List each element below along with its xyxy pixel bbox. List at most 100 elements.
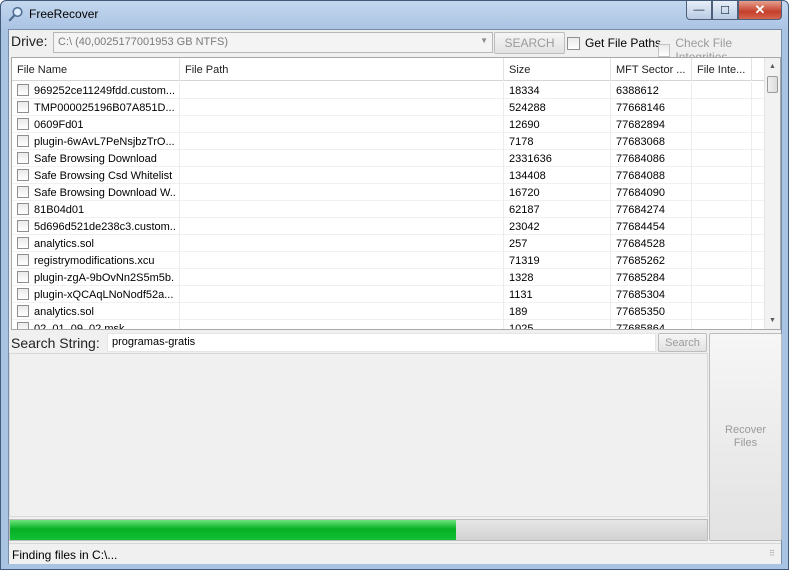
cell-size: 7178 bbox=[504, 133, 611, 150]
client-area: Drive: C:\ (40,0025177001953 GB NTFS) ▼ … bbox=[8, 29, 782, 564]
get-file-paths-option[interactable]: Get File Paths bbox=[567, 36, 661, 50]
cell-file-name: 969252ce11249fdd.custom... bbox=[12, 82, 180, 99]
file-list[interactable]: File Name File Path Size MFT Sector ... … bbox=[11, 57, 781, 330]
drive-dropdown[interactable]: C:\ (40,0025177001953 GB NTFS) ▼ bbox=[53, 32, 493, 53]
column-header-size[interactable]: Size bbox=[504, 58, 611, 81]
row-select-checkbox[interactable] bbox=[17, 305, 29, 317]
table-row[interactable]: analytics.sol 189 77685350 bbox=[12, 303, 767, 320]
cell-file-integrity bbox=[692, 286, 752, 303]
table-row[interactable]: plugin-xQCAqLNoNodf52a... 1131 77685304 bbox=[12, 286, 767, 303]
cell-file-integrity bbox=[692, 303, 752, 320]
table-row[interactable]: analytics.sol 257 77684528 bbox=[12, 235, 767, 252]
table-row[interactable]: Safe Browsing Download W... 16720 77684090 bbox=[12, 184, 767, 201]
cell-file-path bbox=[180, 269, 504, 286]
cell-mft-sector: 77685864 bbox=[611, 320, 692, 329]
row-select-checkbox[interactable] bbox=[17, 271, 29, 283]
table-row[interactable]: registrymodifications.xcu 71319 77685262 bbox=[12, 252, 767, 269]
vertical-scrollbar[interactable]: ▲ ▼ bbox=[764, 58, 780, 329]
row-select-checkbox[interactable] bbox=[17, 288, 29, 300]
cell-file-name: 02_01_09_02.msk bbox=[12, 320, 180, 330]
file-name-text: 02_01_09_02.msk bbox=[34, 323, 125, 330]
file-list-header: File Name File Path Size MFT Sector ... … bbox=[12, 58, 767, 81]
row-select-checkbox[interactable] bbox=[17, 237, 29, 249]
row-select-checkbox[interactable] bbox=[17, 254, 29, 266]
row-select-checkbox[interactable] bbox=[17, 118, 29, 130]
cell-size: 71319 bbox=[504, 252, 611, 269]
table-row[interactable]: 5d696d521de238c3.custom... 23042 77684454 bbox=[12, 218, 767, 235]
cell-file-name: plugin-xQCAqLNoNodf52a... bbox=[12, 286, 180, 303]
table-row[interactable]: 81B04d01 62187 77684274 bbox=[12, 201, 767, 218]
cell-file-integrity bbox=[692, 201, 752, 218]
cell-mft-sector: 77685284 bbox=[611, 269, 692, 286]
cell-mft-sector: 77684454 bbox=[611, 218, 692, 235]
cell-size: 23042 bbox=[504, 218, 611, 235]
search-string-input[interactable]: programas-gratis bbox=[107, 333, 656, 352]
table-row[interactable]: 02_01_09_02.msk 1025 77685864 bbox=[12, 320, 767, 330]
chevron-down-icon: ▼ bbox=[480, 36, 488, 45]
drive-dropdown-value: C:\ (40,0025177001953 GB NTFS) bbox=[58, 36, 228, 48]
cell-file-name: TMP000025196B07A851D... bbox=[12, 99, 180, 116]
cell-file-path bbox=[180, 201, 504, 218]
column-header-file-integrity[interactable]: File Inte... bbox=[692, 58, 752, 81]
table-row[interactable]: Safe Browsing Csd Whitelist 134408 7768408… bbox=[12, 167, 767, 184]
cell-file-path bbox=[180, 99, 504, 116]
search-string-button[interactable]: Search bbox=[658, 333, 707, 352]
check-file-integrities-checkbox[interactable] bbox=[658, 43, 671, 57]
scroll-up-icon[interactable]: ▲ bbox=[765, 58, 780, 74]
get-file-paths-checkbox[interactable] bbox=[567, 36, 580, 50]
cell-file-integrity bbox=[692, 167, 752, 184]
column-header-file-name[interactable]: File Name bbox=[12, 58, 180, 81]
cell-file-path bbox=[180, 286, 504, 303]
cell-file-integrity bbox=[692, 82, 752, 99]
cell-size: 12690 bbox=[504, 116, 611, 133]
row-select-checkbox[interactable] bbox=[17, 322, 29, 329]
progress-bar-fill bbox=[10, 520, 457, 540]
cell-mft-sector: 77684528 bbox=[611, 235, 692, 252]
cell-size: 1328 bbox=[504, 269, 611, 286]
cell-file-name: Safe Browsing Download W... bbox=[12, 184, 180, 201]
file-name-text: Safe Browsing Csd Whitelist bbox=[34, 170, 173, 182]
cell-file-path bbox=[180, 116, 504, 133]
status-bar: Finding files in C:\... ⠿ bbox=[9, 543, 781, 564]
cell-file-path bbox=[180, 252, 504, 269]
table-row[interactable]: plugin-zgA-9bOvNn2S5m5b.... 1328 77685284 bbox=[12, 269, 767, 286]
recover-files-button[interactable]: Recover Files bbox=[709, 333, 782, 541]
table-row[interactable]: plugin-6wAvL7PeNsjbzTrO.... 7178 77683068 bbox=[12, 133, 767, 150]
table-row[interactable]: 969252ce11249fdd.custom... 18334 6388612 bbox=[12, 82, 767, 99]
column-header-mft-sector[interactable]: MFT Sector ... bbox=[611, 58, 692, 81]
close-button[interactable]: ✕ bbox=[738, 1, 782, 20]
table-row[interactable]: 0609Fd01 12690 77682894 bbox=[12, 116, 767, 133]
recover-files-label-line2: Files bbox=[733, 437, 758, 449]
status-text: Finding files in C:\... bbox=[12, 548, 118, 562]
column-header-file-path[interactable]: File Path bbox=[180, 58, 504, 81]
file-name-text: plugin-6wAvL7PeNsjbzTrO.... bbox=[34, 136, 175, 148]
table-row[interactable]: TMP000025196B07A851D... 524288 77668146 bbox=[12, 99, 767, 116]
window-title: FreeRecover bbox=[29, 7, 99, 21]
row-select-checkbox[interactable] bbox=[17, 220, 29, 232]
row-select-checkbox[interactable] bbox=[17, 84, 29, 96]
resize-grip-icon[interactable]: ⠿ bbox=[769, 550, 779, 562]
cell-file-path bbox=[180, 82, 504, 99]
row-select-checkbox[interactable] bbox=[17, 101, 29, 113]
log-area bbox=[9, 353, 708, 517]
minimize-button[interactable]: — bbox=[686, 1, 712, 20]
maximize-button[interactable]: ☐ bbox=[712, 1, 738, 20]
scrollbar-thumb[interactable] bbox=[767, 76, 778, 93]
file-name-text: 0609Fd01 bbox=[34, 119, 84, 131]
title-bar[interactable]: FreeRecover — ☐ ✕ bbox=[1, 1, 788, 29]
row-select-checkbox[interactable] bbox=[17, 169, 29, 181]
row-select-checkbox[interactable] bbox=[17, 203, 29, 215]
scroll-down-icon[interactable]: ▼ bbox=[765, 312, 780, 328]
row-select-checkbox[interactable] bbox=[17, 186, 29, 198]
cell-size: 62187 bbox=[504, 201, 611, 218]
cell-mft-sector: 77685262 bbox=[611, 252, 692, 269]
search-drive-button[interactable]: SEARCH bbox=[494, 32, 565, 54]
table-row[interactable]: Safe Browsing Download 2331636 77684086 bbox=[12, 150, 767, 167]
cell-file-name: analytics.sol bbox=[12, 235, 180, 252]
cell-mft-sector: 77684086 bbox=[611, 150, 692, 167]
cell-file-integrity bbox=[692, 116, 752, 133]
cell-file-name: plugin-6wAvL7PeNsjbzTrO.... bbox=[12, 133, 180, 150]
row-select-checkbox[interactable] bbox=[17, 135, 29, 147]
magnifier-icon bbox=[8, 6, 23, 22]
row-select-checkbox[interactable] bbox=[17, 152, 29, 164]
